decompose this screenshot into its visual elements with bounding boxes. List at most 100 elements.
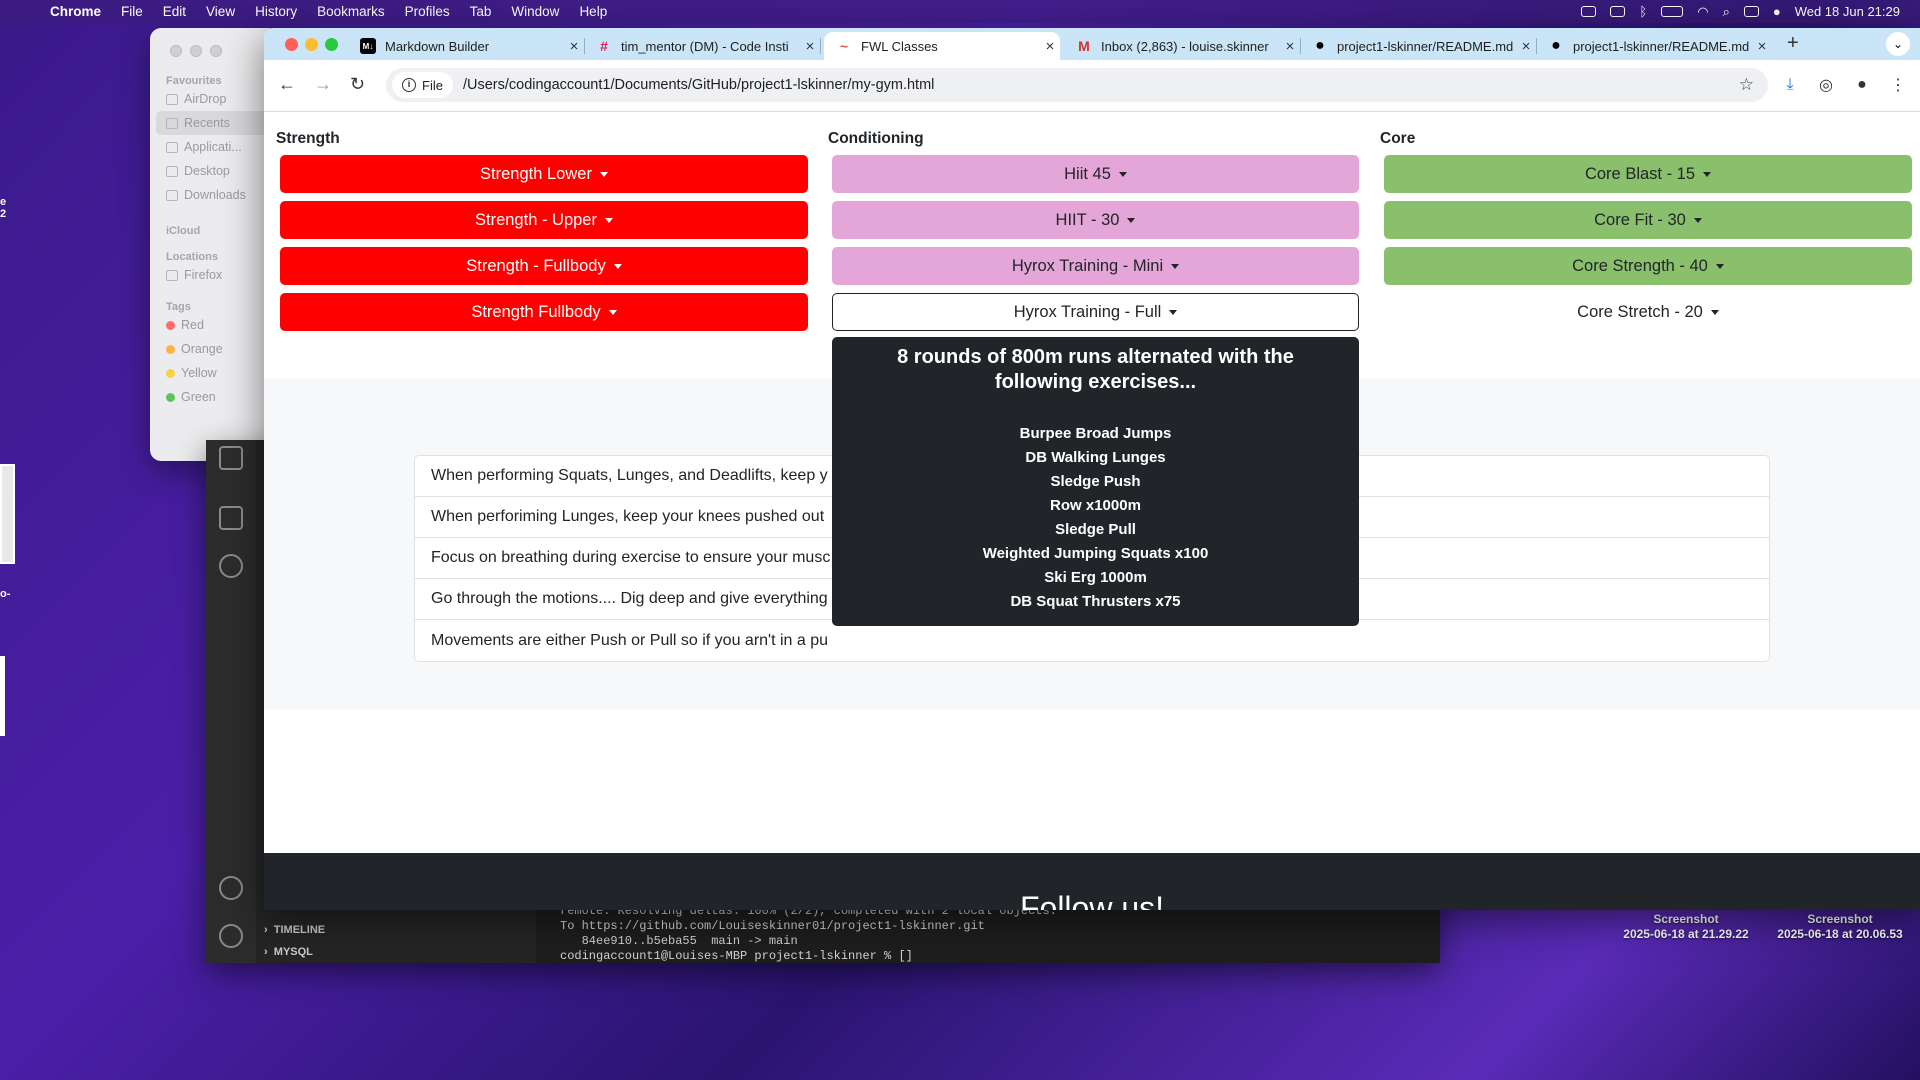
- close-tab-icon[interactable]: ×: [1752, 38, 1772, 55]
- zoom-window-icon[interactable]: [325, 38, 338, 51]
- exercise-item[interactable]: Sledge Push: [832, 470, 1359, 494]
- class-dropdown-button[interactable]: Strength Fullbody: [280, 293, 808, 331]
- desktop-file-thumbnail[interactable]: [0, 656, 5, 736]
- finder-item-applications[interactable]: Applicati...: [150, 135, 280, 159]
- folder-icon[interactable]: [219, 506, 243, 530]
- finder-section-favourites: Favourites: [166, 75, 222, 87]
- profile-avatar[interactable]: ●: [1852, 75, 1872, 95]
- reload-icon[interactable]: ↻: [350, 74, 365, 95]
- site-info-chip[interactable]: i File: [392, 72, 453, 98]
- siri-icon[interactable]: ●: [1773, 4, 1781, 19]
- tab-gmail-inbox[interactable]: M Inbox (2,863) - louise.skinner ×: [1064, 32, 1301, 60]
- spotlight-search-icon[interactable]: ⌕: [1723, 4, 1730, 20]
- tab-markdown-builder[interactable]: M↓ Markdown Builder ×: [348, 32, 585, 60]
- caret-down-icon: [1118, 171, 1127, 177]
- class-dropdown-button[interactable]: HIIT - 30: [832, 201, 1359, 239]
- minimize-window-icon[interactable]: [305, 38, 318, 51]
- close-window-icon[interactable]: [285, 38, 298, 51]
- tag-dot-icon: [166, 320, 175, 330]
- tab-slack-dm[interactable]: # tim_mentor (DM) - Code Insti ×: [584, 32, 821, 60]
- class-dropdown-button[interactable]: Hiit 45: [832, 155, 1359, 193]
- close-tab-icon[interactable]: ×: [564, 38, 584, 55]
- battery-icon[interactable]: [1661, 6, 1684, 17]
- tab-search-chevron-icon[interactable]: ⌄: [1886, 32, 1910, 56]
- account-icon[interactable]: [219, 876, 243, 900]
- menu-history[interactable]: History: [245, 4, 307, 19]
- close-tab-icon[interactable]: ×: [1040, 38, 1060, 55]
- finder-item-airdrop[interactable]: AirDrop: [150, 87, 280, 111]
- desktop-file-screenshot[interactable]: Screenshot 2025-06-18 at 21.29.22: [1606, 912, 1766, 942]
- vscode-section-mysql[interactable]: › MYSQL: [264, 946, 313, 958]
- class-dropdown-button[interactable]: Strength Lower: [280, 155, 808, 193]
- finder-tag-red[interactable]: Red: [150, 313, 280, 337]
- tab-fwl-classes[interactable]: ~ FWL Classes ×: [824, 32, 1060, 60]
- exercise-item[interactable]: DB Walking Lunges: [832, 446, 1359, 470]
- settings-gear-icon[interactable]: [219, 924, 243, 948]
- minimize-icon[interactable]: [190, 45, 202, 57]
- menu-bookmarks[interactable]: Bookmarks: [307, 4, 395, 19]
- menu-window[interactable]: Window: [501, 4, 569, 19]
- tab-github-readme[interactable]: ● project1-lskinner/README.md ×: [1536, 32, 1772, 60]
- finder-item-recents[interactable]: Recents: [156, 111, 274, 135]
- class-dropdown-button[interactable]: Core Fit - 30: [1384, 201, 1912, 239]
- dropdown-heading: 8 rounds of 800m runs alternated with th…: [897, 346, 1294, 393]
- exercise-item[interactable]: Burpee Broad Jumps: [832, 422, 1359, 446]
- bluetooth-icon[interactable]: ᛒ: [1639, 4, 1647, 19]
- class-dropdown-button[interactable]: Strength - Fullbody: [280, 247, 808, 285]
- zoom-icon[interactable]: [210, 45, 222, 57]
- desktop-file-thumbnail[interactable]: [0, 464, 15, 564]
- finder-item-firefox[interactable]: Firefox: [150, 263, 280, 287]
- url-text[interactable]: /Users/codingaccount1/Documents/GitHub/p…: [463, 77, 934, 93]
- tag-dot-icon: [166, 344, 175, 354]
- class-dropdown-button[interactable]: Core Blast - 15: [1384, 155, 1912, 193]
- exercise-item[interactable]: Ski Erg 1000m: [832, 566, 1359, 590]
- finder-tag-yellow[interactable]: Yellow: [150, 361, 280, 385]
- close-tab-icon[interactable]: ×: [800, 38, 820, 55]
- menu-clock[interactable]: Wed 18 Jun 21:29: [1795, 4, 1900, 19]
- menu-edit[interactable]: Edit: [153, 4, 196, 19]
- keyboard-icon[interactable]: [1610, 6, 1626, 17]
- download-icon: [166, 189, 178, 201]
- kebab-menu-icon[interactable]: ⋮: [1888, 75, 1908, 95]
- class-dropdown-button[interactable]: Core Strength - 40: [1384, 247, 1912, 285]
- menu-tab[interactable]: Tab: [460, 4, 502, 19]
- exercise-item[interactable]: Row x1000m: [832, 494, 1359, 518]
- control-center-icon[interactable]: [1743, 6, 1759, 17]
- bookmark-star-icon[interactable]: ☆: [1739, 75, 1754, 95]
- finder-section-tags: Tags: [166, 301, 191, 313]
- close-icon[interactable]: [170, 45, 182, 57]
- source-control-icon[interactable]: [219, 554, 243, 578]
- class-dropdown-button[interactable]: Core Stretch - 20: [1384, 293, 1912, 331]
- caret-down-icon: [1127, 217, 1136, 223]
- new-tab-button[interactable]: +: [1787, 32, 1799, 55]
- tab-github-readme[interactable]: ● project1-lskinner/README.md ×: [1300, 32, 1537, 60]
- finder-tag-green[interactable]: Green: [150, 385, 280, 409]
- forward-arrow-icon[interactable]: →: [314, 74, 332, 95]
- class-dropdown-button-active[interactable]: Hyrox Training - Full: [832, 293, 1359, 331]
- menu-help[interactable]: Help: [569, 4, 617, 19]
- class-dropdown-button[interactable]: Strength - Upper: [280, 201, 808, 239]
- extensions-icon[interactable]: [219, 446, 243, 470]
- menu-view[interactable]: View: [196, 4, 245, 19]
- exercise-item[interactable]: DB Squat Thrusters x75: [832, 590, 1359, 614]
- close-tab-icon[interactable]: ×: [1280, 38, 1300, 55]
- close-tab-icon[interactable]: ×: [1516, 38, 1536, 55]
- exercise-item[interactable]: Sledge Pull: [832, 518, 1359, 542]
- class-dropdown-button[interactable]: Hyrox Training - Mini: [832, 247, 1359, 285]
- finder-item-downloads[interactable]: Downloads: [150, 183, 280, 207]
- menu-profiles[interactable]: Profiles: [395, 4, 460, 19]
- menu-file[interactable]: File: [111, 4, 153, 19]
- back-arrow-icon[interactable]: ←: [278, 74, 296, 95]
- download-icon[interactable]: ⤓: [1780, 75, 1800, 95]
- finder-item-desktop[interactable]: Desktop: [150, 159, 280, 183]
- desktop-file-screenshot[interactable]: Screenshot 2025-06-18 at 20.06.53: [1760, 912, 1920, 942]
- finder-tag-orange[interactable]: Orange: [150, 337, 280, 361]
- wifi-icon[interactable]: ◠: [1697, 4, 1708, 20]
- extension-icon[interactable]: ◎: [1816, 75, 1836, 95]
- menu-app-name[interactable]: Chrome: [30, 4, 111, 19]
- vscode-section-timeline[interactable]: › TIMELINE: [264, 924, 325, 936]
- terminal-line: 84ee910..b5eba55 main -> main: [560, 934, 798, 948]
- address-bar[interactable]: i File /Users/codingaccount1/Documents/G…: [386, 68, 1768, 102]
- display-icon[interactable]: [1581, 6, 1597, 17]
- exercise-item[interactable]: Weighted Jumping Squats x100: [832, 542, 1359, 566]
